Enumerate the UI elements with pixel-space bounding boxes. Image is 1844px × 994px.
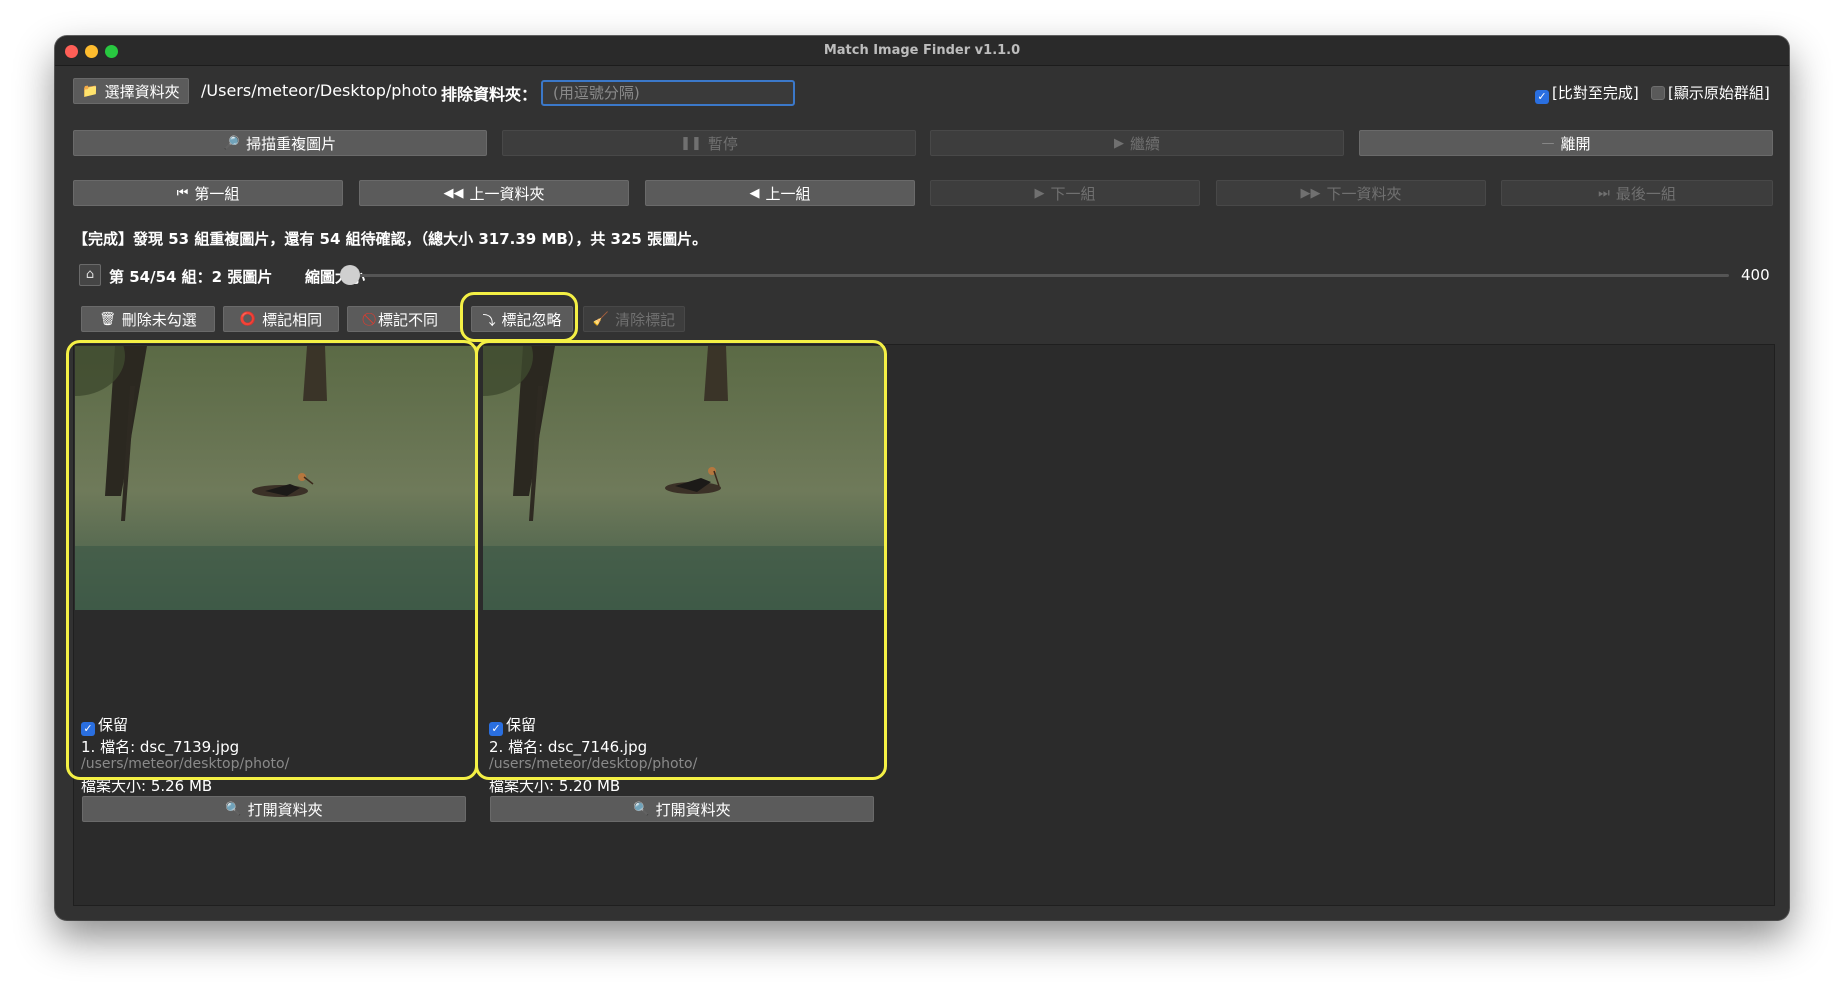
- skip-first-icon: ⏮: [176, 185, 189, 201]
- choose-folder-button[interactable]: 📁 選擇資料夾: [73, 78, 189, 104]
- home-icon[interactable]: ⌂: [79, 264, 101, 286]
- broom-icon: 🧹: [592, 311, 610, 327]
- pause-button[interactable]: ❚❚ 暫停: [502, 130, 916, 156]
- mark-different-button[interactable]: ⃠ 標記不同: [347, 306, 463, 332]
- fast-forward-icon: ▶▶: [1300, 185, 1321, 201]
- leave-button[interactable]: — 離開: [1359, 130, 1773, 156]
- thumb-size-slider-track[interactable]: [353, 274, 1729, 277]
- next-folder-button[interactable]: ▶▶ 下一資料夾: [1216, 180, 1486, 206]
- checkbox-checked-icon: ✓: [1535, 90, 1549, 104]
- folder-path: /Users/meteor/Desktop/photo: [201, 81, 438, 100]
- magnifier-icon: 🔍: [225, 801, 242, 817]
- title-bar: Match Image Finder v1.1.0: [55, 36, 1789, 66]
- app-window: Match Image Finder v1.1.0 📁 選擇資料夾 /Users…: [55, 36, 1789, 920]
- group-info: 第 54/54 組：2 張圖片: [109, 268, 273, 286]
- folder-icon: 📁: [82, 83, 99, 99]
- window-title: Match Image Finder v1.1.0: [823, 43, 1021, 58]
- checkbox-unchecked-icon: [1651, 86, 1665, 100]
- rewind-icon: ◀◀: [443, 185, 464, 201]
- mark-same-button[interactable]: ⭕ 標記相同: [223, 306, 339, 332]
- next-icon: ▶: [1034, 185, 1045, 201]
- open-folder-button[interactable]: 🔍 打開資料夾: [490, 796, 874, 822]
- trash-icon: 🗑: [99, 311, 116, 327]
- open-folder-button[interactable]: 🔍 打開資料夾: [82, 796, 466, 822]
- exclude-folders-input[interactable]: (用逗號分隔): [541, 80, 795, 106]
- prev-group-button[interactable]: ◀ 上一組: [645, 180, 915, 206]
- last-group-button[interactable]: ⏭ 最後一組: [1501, 180, 1773, 206]
- pause-icon: ❚❚: [680, 135, 702, 151]
- next-group-button[interactable]: ▶ 下一組: [930, 180, 1200, 206]
- show-original-groups-checkbox[interactable]: [顯示原始群組]: [1651, 82, 1770, 103]
- scan-duplicates-button[interactable]: 🔎 掃描重複圖片: [73, 130, 487, 156]
- play-icon: ▶: [1113, 135, 1124, 151]
- image-card-highlight: [66, 340, 478, 780]
- thumb-size-slider-knob[interactable]: [340, 265, 360, 285]
- red-circle-icon: ⭕: [239, 311, 257, 327]
- status-message: 【完成】發現 53 組重複圖片，還有 54 組待確認，（總大小 317.39 M…: [73, 230, 708, 248]
- delete-unchecked-button[interactable]: 🗑 刪除未勾選: [81, 306, 215, 332]
- continue-button[interactable]: ▶ 繼續: [930, 130, 1344, 156]
- first-group-button[interactable]: ⏮ 第一組: [73, 180, 343, 206]
- magnifier-icon: 🔍: [633, 801, 650, 817]
- magnifier-icon: 🔎: [223, 135, 241, 151]
- image-card-highlight: [475, 340, 887, 780]
- mark-ignore-highlight: [460, 292, 578, 342]
- choose-folder-label: 選擇資料夾: [104, 82, 180, 101]
- skip-last-icon: ⏭: [1598, 185, 1610, 201]
- thumb-size-value: 400: [1741, 266, 1770, 284]
- compare-until-done-checkbox[interactable]: ✓ [比對至完成]: [1535, 82, 1639, 104]
- prev-icon: ◀: [749, 185, 760, 201]
- exit-icon: —: [1541, 135, 1555, 151]
- prev-folder-button[interactable]: ◀◀ 上一資料夾: [359, 180, 629, 206]
- clear-marks-button[interactable]: 🧹 清除標記: [583, 306, 685, 332]
- exclude-label: 排除資料夾：: [441, 85, 538, 104]
